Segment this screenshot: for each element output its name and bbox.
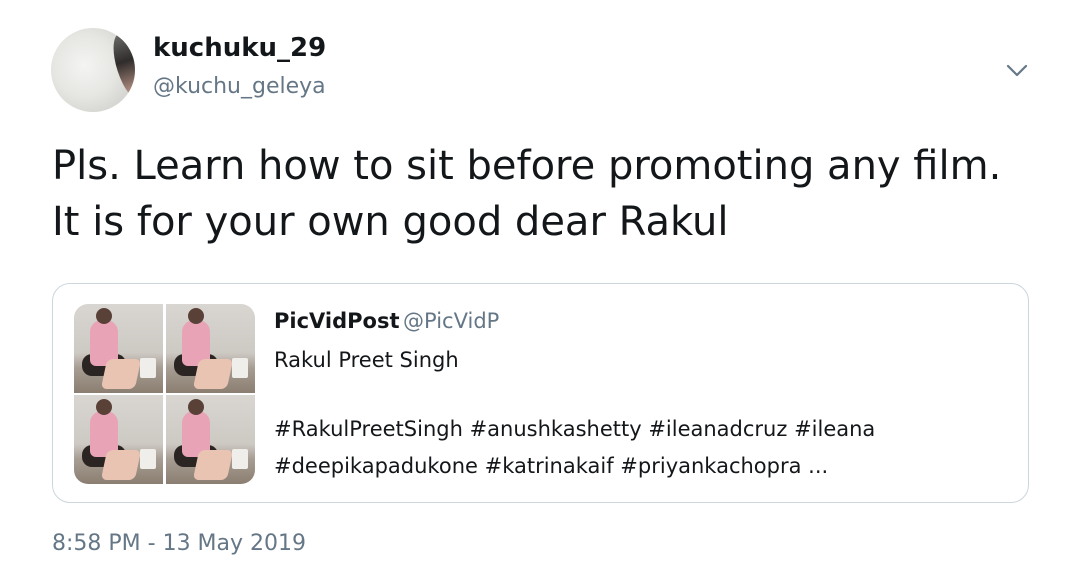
avatar-photo-detail	[106, 29, 135, 105]
media-thumbnail	[166, 304, 255, 393]
tweet-text: Pls. Learn how to sit before promoting a…	[52, 143, 1002, 245]
media-thumbnail	[74, 304, 163, 393]
display-name[interactable]: kuchuku_29	[153, 33, 326, 63]
quoted-display-name: PicVidPost	[274, 309, 400, 333]
quoted-hashtags-line: #deepikapadukone #katrinakaif #priyankac…	[274, 454, 829, 478]
quoted-hashtags-line: #RakulPreetSingh #anushkashetty #ileanad…	[274, 417, 876, 441]
tweet-timestamp[interactable]: 8:58 PM - 13 May 2019	[52, 531, 306, 556]
avatar[interactable]	[51, 28, 135, 112]
media-thumbnail	[74, 395, 163, 484]
tweet: kuchuku_29 @kuchu_geleya Pls. Learn how …	[0, 0, 1084, 574]
quoted-user-handle: @PicVidP	[403, 309, 500, 333]
quoted-text-line: Rakul Preet Singh	[274, 348, 459, 372]
quoted-tweet-media-grid[interactable]	[74, 304, 255, 484]
quoted-tweet-card[interactable]: PicVidPost @PicVidP Rakul Preet Singh #R…	[52, 283, 1029, 503]
user-handle[interactable]: @kuchu_geleya	[153, 74, 326, 99]
chevron-down-icon[interactable]	[1002, 56, 1032, 86]
media-thumbnail	[166, 395, 255, 484]
